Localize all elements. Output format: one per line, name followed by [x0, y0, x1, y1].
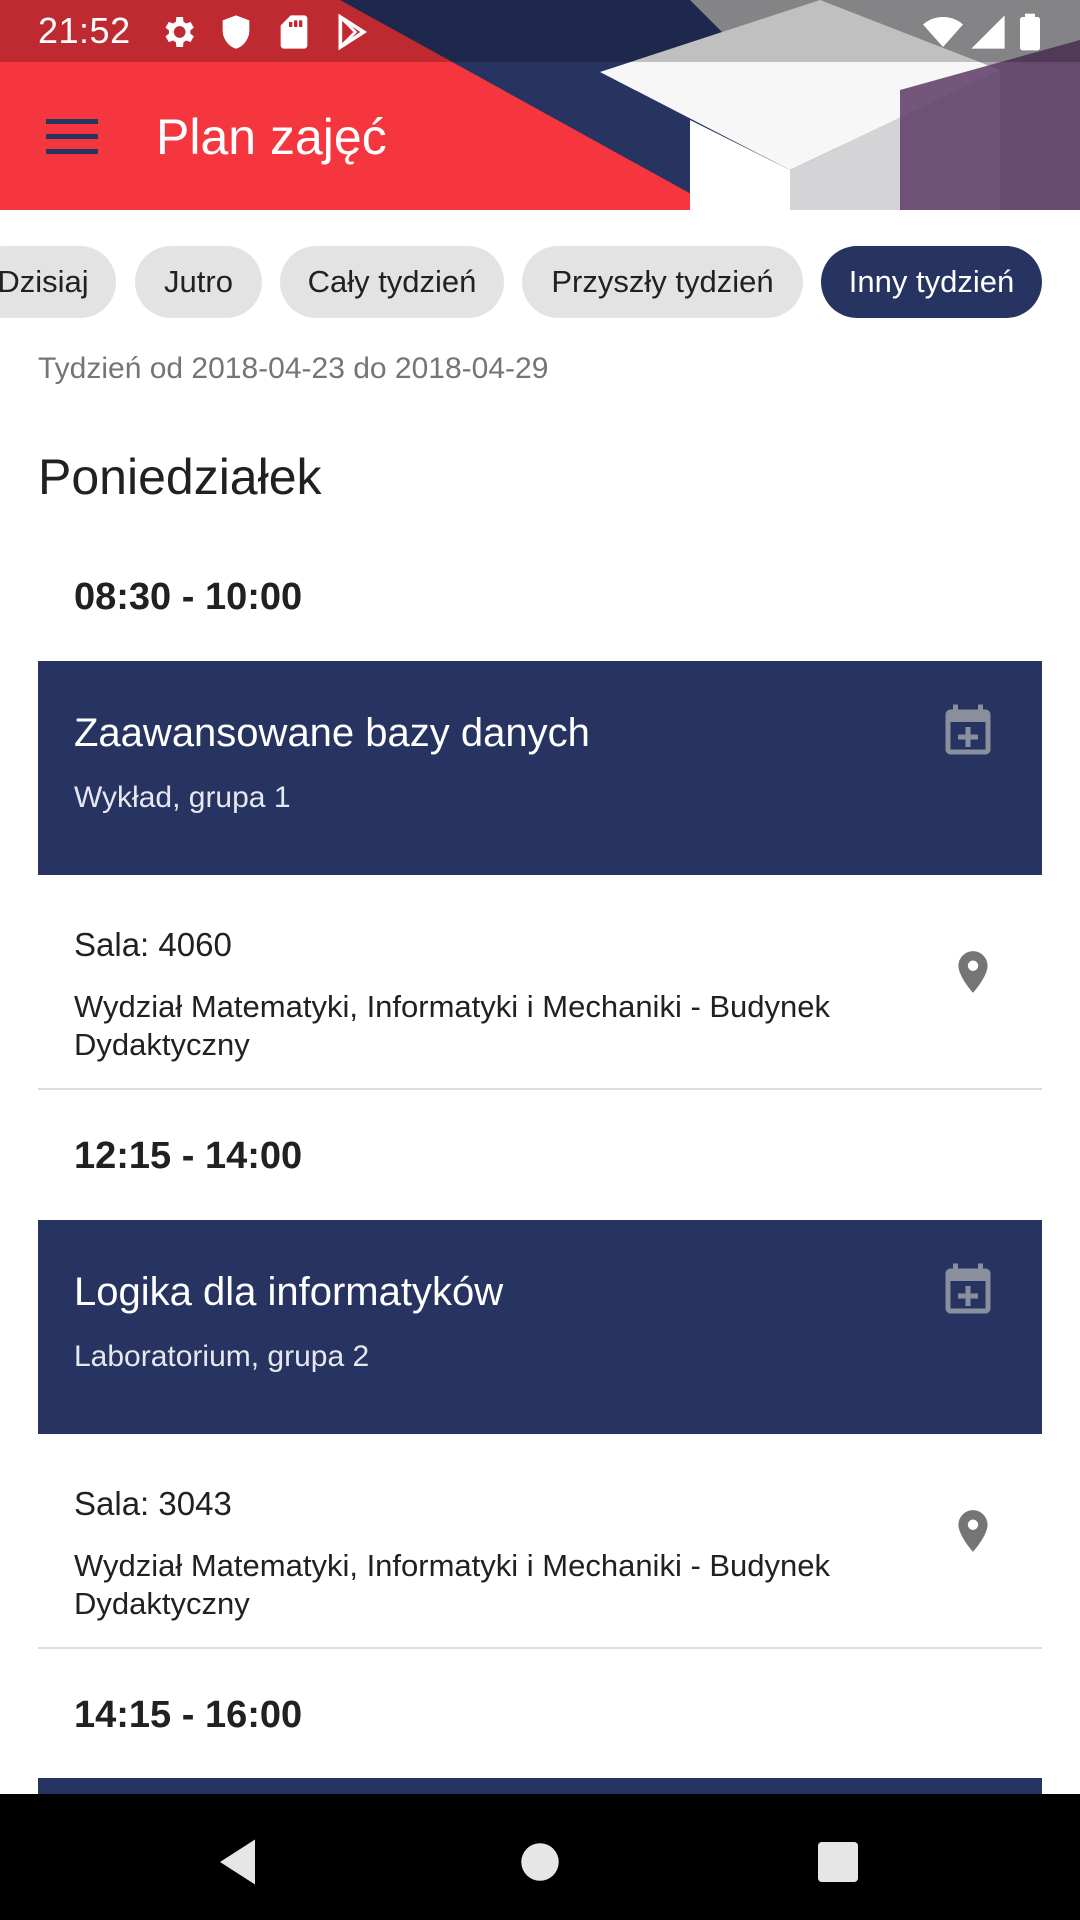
hamburger-menu-icon[interactable]	[32, 102, 112, 172]
course-type: Laboratorium, grupa 2	[74, 1340, 370, 1373]
week-range: Tydzień od 2018-04-23 do 2018-04-29	[38, 352, 549, 385]
settings-icon	[165, 17, 194, 47]
app-header: 21:52 Plan zajęć	[0, 0, 1080, 210]
chip-today[interactable]: Dzisiaj	[0, 246, 116, 318]
chip-tomorrow[interactable]: Jutro	[135, 246, 262, 318]
status-bar: 21:52	[0, 0, 1080, 62]
location-row: Sala: 4060 Wydział Matematyki, Informaty…	[38, 876, 1042, 1090]
toolbar: Plan zajęć	[0, 62, 1080, 210]
battery-icon	[1020, 13, 1040, 51]
shield-icon	[222, 15, 250, 49]
chip-next-week[interactable]: Przyszły tydzień	[522, 246, 803, 318]
recents-icon[interactable]	[808, 1832, 868, 1892]
course-card[interactable]: Zaawansowane bazy danych Wykład, grupa 1	[38, 661, 1042, 875]
class-time: 12:15 - 14:00	[74, 1135, 303, 1177]
room-number: Sala: 3043	[74, 1485, 232, 1522]
add-to-calendar-icon[interactable]	[938, 1260, 998, 1322]
location-row: Sala: 3043 Wydział Matematyki, Informaty…	[38, 1435, 1042, 1649]
map-pin-icon[interactable]	[948, 1501, 998, 1561]
course-type: Wykład, grupa 1	[74, 781, 291, 814]
building-name: Wydział Matematyki, Informatyki i Mechan…	[74, 1548, 831, 1621]
play-store-icon	[338, 13, 368, 51]
back-icon[interactable]	[210, 1832, 270, 1892]
chip-whole-week[interactable]: Cały tydzień	[280, 246, 504, 318]
wifi-icon	[923, 17, 963, 47]
building-name: Wydział Matematyki, Informatyki i Mechan…	[74, 989, 831, 1062]
page-title: Plan zajęć	[156, 109, 387, 165]
map-pin-icon[interactable]	[948, 942, 998, 1002]
signal-icon	[971, 15, 1005, 49]
course-title: Logika dla informatyków	[74, 1270, 504, 1314]
course-card[interactable]	[38, 1778, 1042, 1794]
add-to-calendar-icon[interactable]	[938, 701, 998, 763]
sd-card-icon	[280, 15, 308, 49]
course-title: Zaawansowane bazy danych	[74, 711, 590, 755]
chip-other-week[interactable]: Inny tydzień	[821, 246, 1042, 318]
day-title: Poniedziałek	[38, 449, 322, 505]
class-time: 08:30 - 10:00	[74, 576, 303, 618]
room-number: Sala: 4060	[74, 926, 232, 963]
system-nav-bar	[0, 1794, 1080, 1920]
course-card[interactable]: Logika dla informatyków Laboratorium, gr…	[38, 1220, 1042, 1434]
class-time: 14:15 - 16:00	[74, 1694, 303, 1736]
period-filter-chips: Dzisiaj Jutro Cały tydzień Przyszły tydz…	[0, 246, 1080, 318]
status-time: 21:52	[38, 10, 131, 51]
home-icon[interactable]	[510, 1832, 570, 1892]
